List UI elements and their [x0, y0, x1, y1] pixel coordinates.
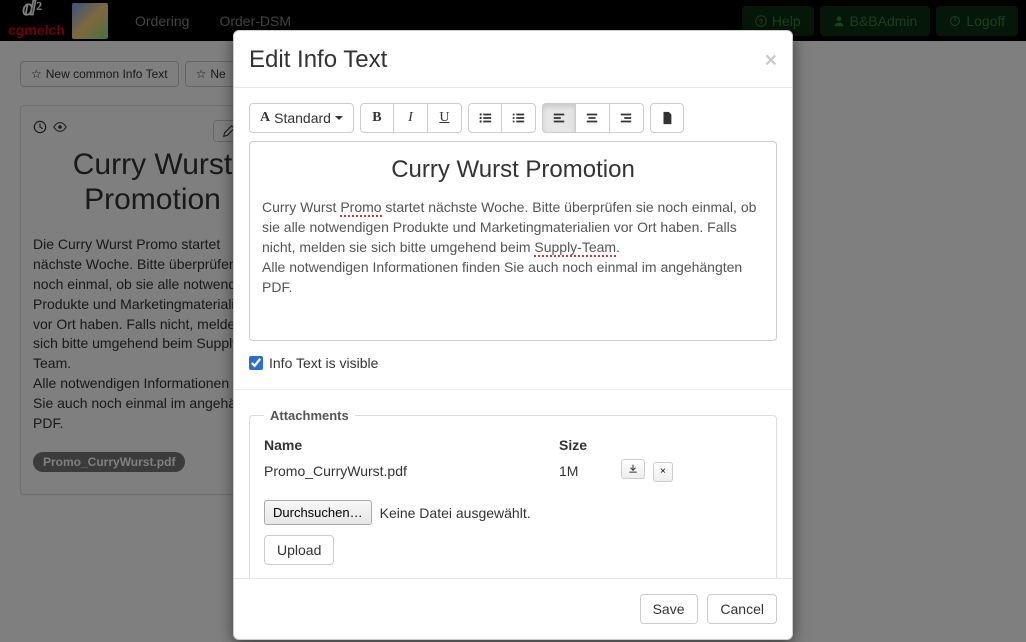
list-ul-icon — [478, 111, 492, 125]
download-icon — [628, 464, 638, 474]
attachment-name: Promo_CurryWurst.pdf — [264, 463, 559, 479]
modal-close-button[interactable]: × — [765, 50, 777, 71]
style-dropdown[interactable]: A Standard — [249, 103, 354, 133]
align-left-button[interactable] — [542, 103, 576, 133]
edit-info-text-modal: Edit Info Text × A Standard B I U — [233, 30, 793, 640]
font-icon: A — [260, 109, 270, 127]
visible-checkbox[interactable] — [249, 356, 263, 370]
editor-toolbar: A Standard B I U — [249, 103, 777, 133]
browse-file-button[interactable]: Durchsuchen… — [264, 500, 372, 525]
attachment-row: Promo_CurryWurst.pdf 1M × — [264, 459, 762, 482]
editor-paragraph-2[interactable]: Alle notwendigen Informationen finden Si… — [262, 258, 764, 298]
underline-icon: U — [439, 109, 449, 127]
editor-paragraph-1[interactable]: Curry Wurst Promo startet nächste Woche.… — [262, 198, 764, 258]
remove-attachment-button[interactable]: × — [653, 462, 673, 482]
upload-button[interactable]: Upload — [264, 535, 334, 565]
cancel-button[interactable]: Cancel — [707, 594, 777, 624]
align-center-icon — [585, 111, 599, 125]
style-label: Standard — [274, 109, 331, 127]
unordered-list-button[interactable] — [468, 103, 502, 133]
list-ol-icon — [511, 111, 525, 125]
save-button[interactable]: Save — [640, 594, 698, 624]
align-right-button[interactable] — [610, 103, 644, 133]
close-icon: × — [660, 466, 666, 478]
bold-button[interactable]: B — [360, 103, 394, 133]
align-right-icon — [619, 111, 633, 125]
download-attachment-button[interactable] — [621, 459, 645, 479]
attachment-size: 1M — [559, 463, 621, 479]
rich-text-editor[interactable]: Curry Wurst Promotion Curry Wurst Promo … — [249, 141, 777, 341]
italic-button[interactable]: I — [394, 103, 428, 133]
italic-icon: I — [408, 109, 413, 127]
file-icon — [660, 111, 674, 125]
chevron-down-icon — [335, 116, 343, 120]
no-file-label: Keine Datei ausgewählt. — [380, 505, 531, 521]
attachments-legend: Attachments — [264, 408, 355, 423]
attachments-col-size: Size — [559, 437, 621, 453]
modal-title: Edit Info Text — [249, 46, 387, 74]
bold-icon: B — [372, 109, 381, 127]
spell-error-supply-team[interactable]: Supply-Team — [534, 239, 616, 257]
visible-checkbox-row[interactable]: Info Text is visible — [249, 355, 777, 371]
attachments-col-name: Name — [264, 437, 559, 453]
ordered-list-button[interactable] — [502, 103, 536, 133]
editor-heading[interactable]: Curry Wurst Promotion — [262, 156, 764, 184]
underline-button[interactable]: U — [428, 103, 462, 133]
align-center-button[interactable] — [576, 103, 610, 133]
attachments-fieldset: Attachments Name Size Promo_CurryWurst.p… — [249, 408, 777, 578]
visible-label: Info Text is visible — [269, 355, 378, 371]
align-left-icon — [552, 111, 566, 125]
spell-error-promo[interactable]: Promo — [340, 199, 381, 217]
insert-file-button[interactable] — [650, 103, 684, 133]
divider — [234, 389, 792, 390]
